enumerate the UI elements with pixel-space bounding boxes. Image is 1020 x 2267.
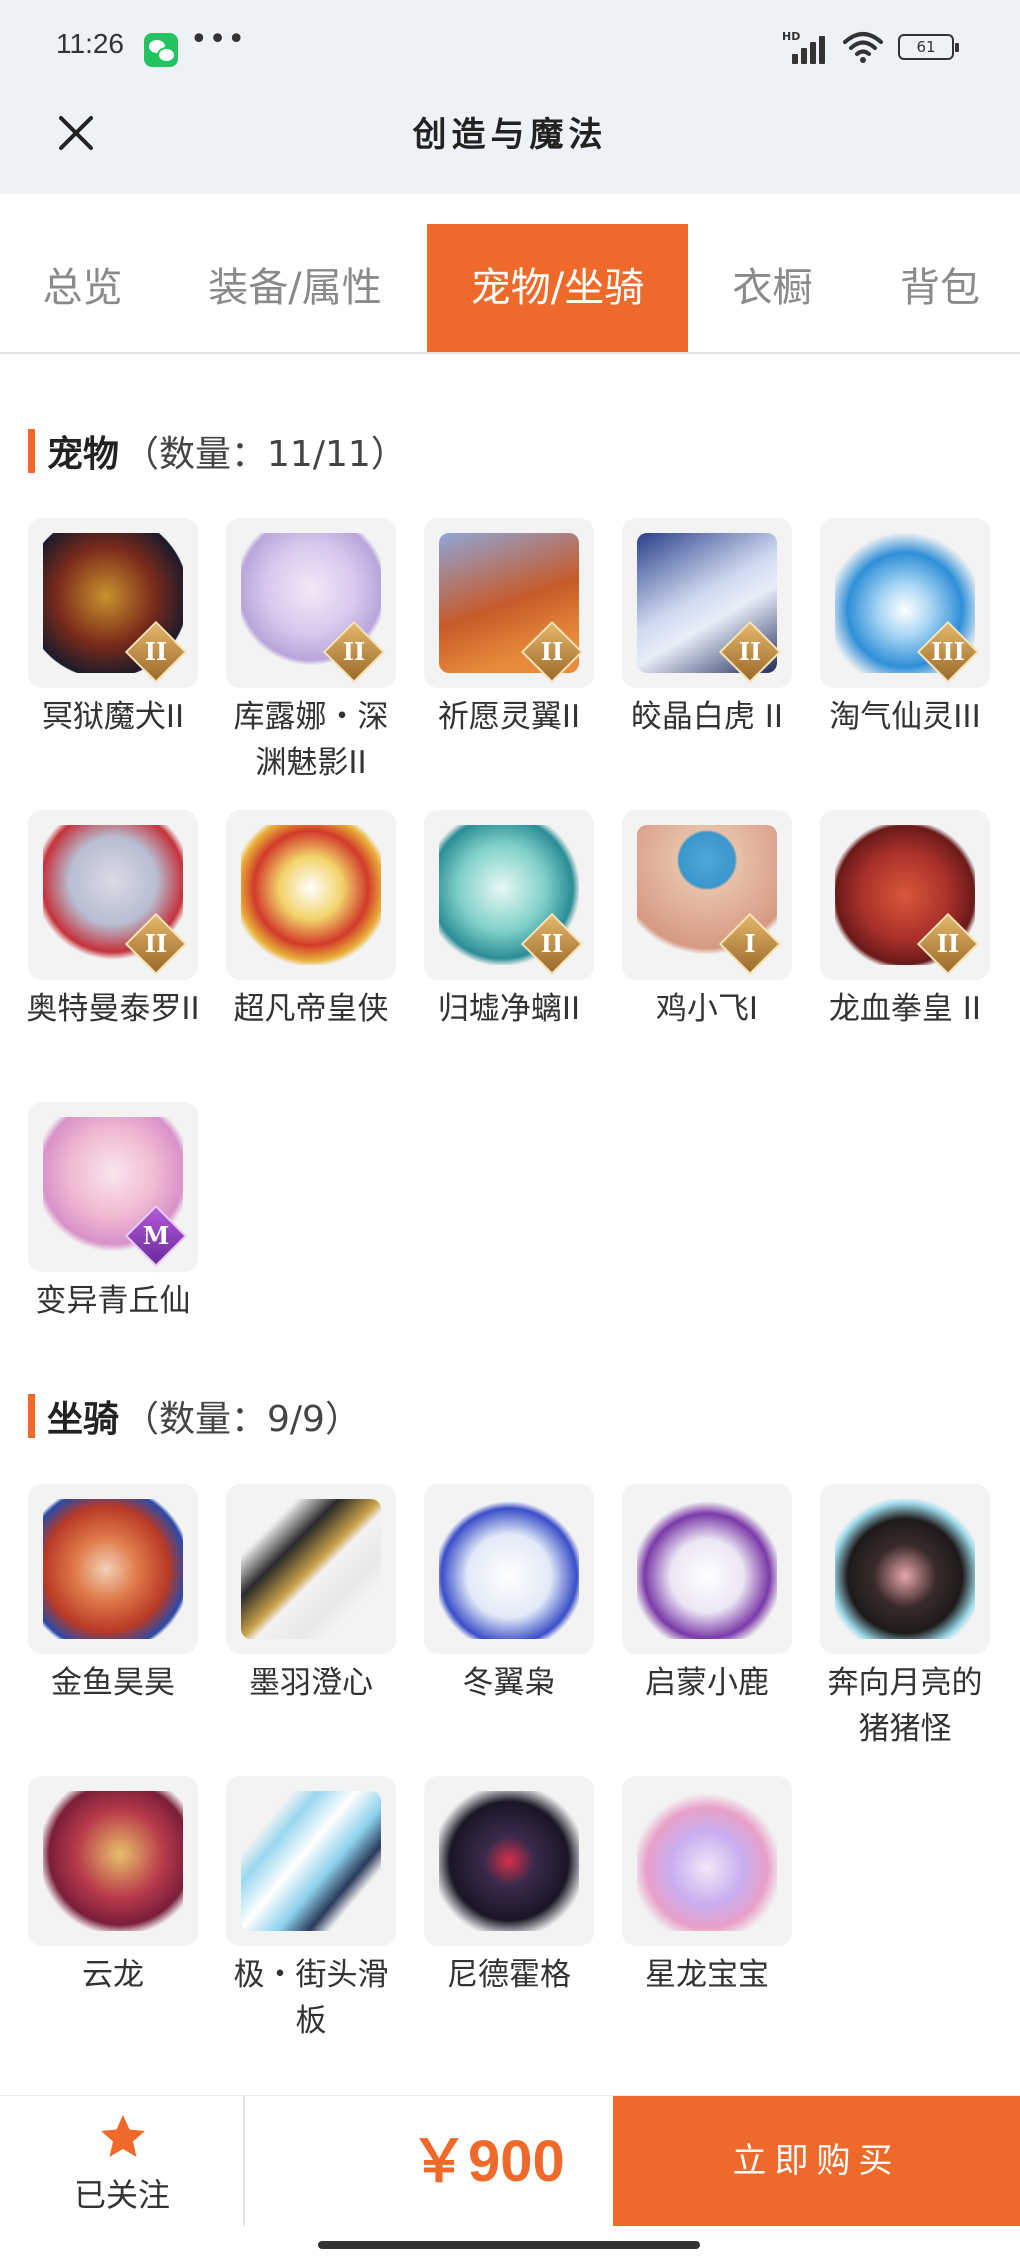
pet-card[interactable]: M 变异青丘仙 — [28, 1102, 198, 1324]
pet-name: 龙血拳皇 II — [828, 991, 982, 1027]
pet-image: II — [622, 518, 792, 688]
mount-card[interactable]: 星龙宝宝 — [622, 1776, 792, 1998]
pet-name: 淘气仙灵III — [829, 699, 981, 735]
mount-image — [28, 1484, 198, 1654]
status-bar: 11:26 ••• HD 61 — [0, 0, 1020, 95]
mount-image — [820, 1484, 990, 1654]
pet-name: 祈愿灵翼II — [437, 699, 581, 735]
pet-name: 皎晶白虎 II — [630, 699, 784, 735]
pet-card[interactable]: II 龙血拳皇 II — [820, 810, 990, 1032]
mounts-count: （数量：9/9） — [123, 1399, 361, 1440]
mount-image — [424, 1776, 594, 1946]
pet-image: II — [226, 518, 396, 688]
pet-card[interactable]: II 奥特曼泰罗II — [26, 810, 200, 1032]
pet-image — [226, 810, 396, 980]
pet-card[interactable]: I 鸡小飞I — [622, 810, 792, 1032]
mount-name: 极・街头滑板 — [233, 1957, 389, 2039]
mount-card[interactable]: 墨羽澄心 — [226, 1484, 396, 1706]
mount-name: 星龙宝宝 — [645, 1957, 769, 1993]
mount-name: 启蒙小鹿 — [645, 1665, 769, 1701]
mount-card[interactable]: 启蒙小鹿 — [622, 1484, 792, 1706]
pet-image: II — [820, 810, 990, 980]
pet-name: 归墟净螭II — [437, 991, 581, 1027]
pet-image: II — [424, 518, 594, 688]
pets-section-title: 宠物 （数量：11/11） — [28, 427, 407, 475]
mount-name: 尼德霍格 — [447, 1957, 571, 1993]
mount-name: 墨羽澄心 — [249, 1665, 373, 1701]
tab-overview[interactable]: 总览 — [0, 224, 165, 352]
mount-image — [226, 1484, 396, 1654]
pet-image: II — [28, 810, 198, 980]
bottom-action-bar: 已关注 ￥900 立即购买 — [0, 2095, 1020, 2226]
tab-equipment[interactable]: 装备/属性 — [185, 224, 405, 352]
section-accent-bar — [28, 429, 35, 473]
mount-image — [226, 1776, 396, 1946]
mount-name: 奔向月亮的猪猪怪 — [827, 1665, 983, 1747]
mount-name: 冬翼枭 — [462, 1665, 556, 1701]
pet-card[interactable]: 超凡帝皇侠 — [226, 810, 396, 1032]
pet-image: II — [424, 810, 594, 980]
pet-image: III — [820, 518, 990, 688]
tab-pets-mounts[interactable]: 宠物/坐骑 — [427, 224, 688, 352]
pet-name: 冥狱魔犬II — [41, 699, 185, 735]
footer-divider — [243, 2096, 245, 2226]
page-title: 创造与魔法 — [412, 115, 608, 155]
follow-label: 已关注 — [73, 2176, 170, 2214]
buy-now-button[interactable]: 立即购买 — [613, 2096, 1020, 2226]
pet-card[interactable]: III 淘气仙灵III — [820, 518, 990, 740]
price: ￥900 — [410, 2129, 565, 2194]
pet-card[interactable]: II 皎晶白虎 II — [622, 518, 792, 740]
pet-card[interactable]: II 归墟净螭II — [424, 810, 594, 1032]
pets-count: （数量：11/11） — [123, 434, 407, 475]
pets-heading: 宠物 — [47, 434, 120, 475]
top-bar: 11:26 ••• HD 61 创造与魔法 — [0, 0, 1020, 194]
pet-image: I — [622, 810, 792, 980]
star-icon — [101, 2115, 145, 2157]
mounts-section-title: 坐骑 （数量：9/9） — [28, 1392, 361, 1440]
wechat-icon — [144, 33, 178, 67]
pet-image: II — [28, 518, 198, 688]
mount-card[interactable]: 极・街头滑板 — [226, 1776, 396, 2044]
pet-name: 奥特曼泰罗II — [26, 991, 200, 1027]
pet-card[interactable]: II 祈愿灵翼II — [424, 518, 594, 740]
tab-backpack[interactable]: 背包 — [860, 224, 1020, 352]
pet-card[interactable]: II 冥狱魔犬II — [28, 518, 198, 740]
mount-card[interactable]: 云龙 — [28, 1776, 198, 1998]
mount-image — [622, 1776, 792, 1946]
wifi-icon — [843, 32, 883, 63]
battery-indicator: 61 — [898, 34, 959, 60]
mounts-heading: 坐骑 — [47, 1399, 120, 1440]
mount-card[interactable]: 尼德霍格 — [424, 1776, 594, 1998]
pet-name: 鸡小飞I — [655, 991, 759, 1027]
mount-card[interactable]: 冬翼枭 — [424, 1484, 594, 1706]
mount-name: 金鱼昊昊 — [51, 1665, 175, 1701]
pet-name: 库露娜・深渊魅影II — [233, 699, 389, 781]
section-accent-bar — [28, 1394, 35, 1438]
mount-image — [622, 1484, 792, 1654]
signal-icon — [786, 30, 830, 64]
follow-button[interactable]: 已关注 — [0, 2096, 244, 2226]
status-time: 11:26 — [56, 28, 124, 59]
mount-image — [424, 1484, 594, 1654]
tab-wardrobe[interactable]: 衣橱 — [700, 224, 845, 352]
pet-card[interactable]: II 库露娜・深渊魅影II — [226, 518, 396, 786]
pet-image: M — [28, 1102, 198, 1272]
pet-name: 超凡帝皇侠 — [233, 991, 389, 1027]
page-header: 创造与魔法 — [0, 95, 1020, 194]
mount-card[interactable]: 奔向月亮的猪猪怪 — [820, 1484, 990, 1752]
pet-name: 变异青丘仙 — [35, 1283, 191, 1319]
home-indicator[interactable] — [318, 2241, 700, 2249]
tab-bar: 总览 装备/属性 宠物/坐骑 衣橱 背包 — [0, 224, 1020, 354]
mount-card[interactable]: 金鱼昊昊 — [28, 1484, 198, 1706]
status-more: ••• — [190, 22, 247, 57]
mount-image — [28, 1776, 198, 1946]
mount-name: 云龙 — [82, 1957, 144, 1993]
